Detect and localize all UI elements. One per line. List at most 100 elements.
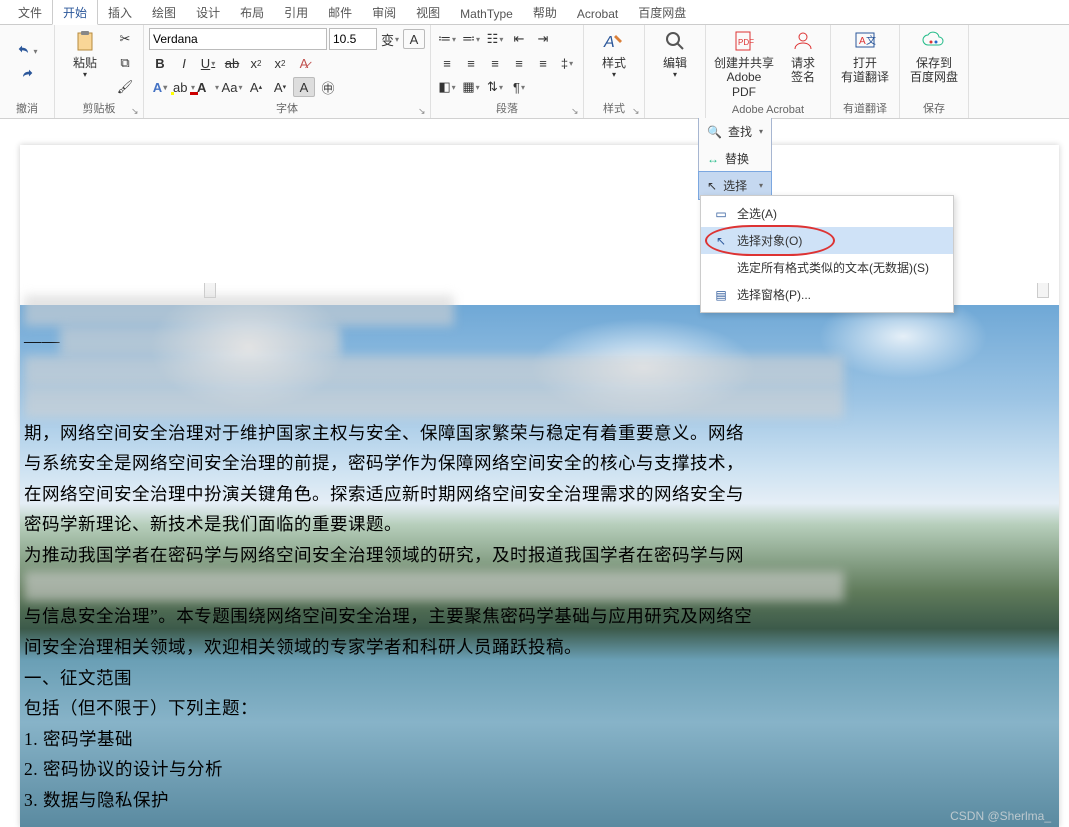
font-name-input[interactable]: [149, 28, 327, 50]
cursor-icon: ↖: [713, 233, 729, 249]
select-submenu: ▭全选(A) ↖选择对象(O) 选定所有格式类似的文本(无数据)(S) ▤选择窗…: [700, 195, 954, 313]
tab-layout[interactable]: 布局: [230, 0, 274, 24]
tab-acrobat[interactable]: Acrobat: [567, 3, 628, 24]
subscript-button[interactable]: x2: [245, 52, 267, 74]
tab-home[interactable]: 开始: [52, 0, 98, 25]
styles-launcher-icon[interactable]: ↘: [632, 106, 642, 116]
bold-button[interactable]: B: [149, 52, 171, 74]
editing-button[interactable]: 编辑▾: [648, 27, 702, 82]
replace-icon: ↔: [707, 152, 719, 166]
line-spacing-button[interactable]: ‡: [556, 52, 578, 74]
phonetic-guide-button[interactable]: 变: [379, 28, 401, 50]
search-icon: 🔍: [707, 125, 722, 139]
find-item[interactable]: 🔍查找▾: [699, 118, 771, 145]
tab-draw[interactable]: 绘图: [142, 0, 186, 24]
highlight-button[interactable]: ab: [173, 76, 195, 98]
group-label-clipboard: 剪贴板: [58, 99, 140, 117]
tab-file[interactable]: 文件: [8, 0, 52, 24]
format-painter-button[interactable]: 🖌: [114, 76, 136, 98]
paste-button[interactable]: 粘贴▾: [58, 27, 112, 82]
redo-button[interactable]: [16, 64, 38, 86]
cut-button[interactable]: ✂: [114, 28, 136, 50]
editing-dropdown: 🔍查找▾ ↔替换 ↖选择▾: [698, 118, 772, 200]
svg-text:A: A: [859, 36, 866, 47]
svg-text:PDF: PDF: [738, 38, 754, 47]
show-marks-button[interactable]: ¶: [508, 76, 530, 98]
shrink-font-button[interactable]: A▾: [269, 76, 291, 98]
underline-button[interactable]: U: [197, 52, 219, 74]
group-clipboard: 粘贴▾ ✂ ⧉ 🖌 剪贴板 ↘: [55, 25, 144, 118]
font-launcher-icon[interactable]: ↘: [418, 106, 428, 116]
select-all-item[interactable]: ▭全选(A): [701, 200, 953, 227]
cursor-icon: ↖: [707, 179, 717, 193]
tab-mathtype[interactable]: MathType: [450, 3, 523, 24]
group-label-youdao: 有道翻译: [834, 99, 896, 117]
text-effects-button[interactable]: A: [149, 76, 171, 98]
undo-button[interactable]: [16, 40, 38, 62]
svg-text:A: A: [603, 34, 615, 51]
group-baidu: 保存到 百度网盘 保存: [900, 25, 969, 118]
align-center-button[interactable]: ≡: [460, 52, 482, 74]
tab-view[interactable]: 视图: [406, 0, 450, 24]
change-case-button[interactable]: Aa: [221, 76, 243, 98]
replace-item[interactable]: ↔替换: [699, 145, 771, 172]
tab-design[interactable]: 设计: [186, 0, 230, 24]
grow-font-button[interactable]: A▴: [245, 76, 267, 98]
group-editing: 编辑▾: [645, 25, 706, 118]
group-paragraph: ≔ ≕ ☷ ⇤ ⇥ ≡ ≡ ≡ ≡ ≡ ‡ ◧ ▦ ⇅ ¶ 段落 ↘: [431, 25, 584, 118]
tab-insert[interactable]: 插入: [98, 0, 142, 24]
pane-icon: ▤: [713, 287, 729, 303]
align-right-button[interactable]: ≡: [484, 52, 506, 74]
enclose-char-button[interactable]: ㊥: [317, 76, 339, 98]
strikethrough-button[interactable]: ab: [221, 52, 243, 74]
baidu-save-button[interactable]: 保存到 百度网盘: [903, 27, 965, 87]
numbering-button[interactable]: ≕: [460, 28, 482, 50]
group-label-paragraph: 段落: [434, 99, 580, 117]
select-all-icon: ▭: [713, 206, 729, 222]
bullets-button[interactable]: ≔: [436, 28, 458, 50]
borders-button[interactable]: ▦: [460, 76, 482, 98]
decrease-indent-button[interactable]: ⇤: [508, 28, 530, 50]
select-objects-item[interactable]: ↖选择对象(O): [701, 227, 953, 254]
group-font: 变 A B I U ab x2 x2 A̷ A ab A Aa A▴ A▾ A …: [144, 25, 431, 118]
sort-button[interactable]: ⇅: [484, 76, 506, 98]
paragraph-launcher-icon[interactable]: ↘: [571, 106, 581, 116]
align-justify-button[interactable]: ≡: [508, 52, 530, 74]
character-shading-button[interactable]: A: [293, 77, 315, 97]
shading-button[interactable]: ◧: [436, 76, 458, 98]
watermark: CSDN @Sherlma_: [950, 809, 1051, 823]
create-pdf-button[interactable]: PDF 创建并共享 Adobe PDF: [709, 27, 779, 101]
tab-review[interactable]: 审阅: [362, 0, 406, 24]
align-left-button[interactable]: ≡: [436, 52, 458, 74]
italic-button[interactable]: I: [173, 52, 195, 74]
youdao-button[interactable]: A文 打开 有道翻译: [834, 27, 896, 87]
ribbon: 撤消 粘贴▾ ✂ ⧉ 🖌 剪贴板 ↘ 变 A B: [0, 25, 1069, 119]
tab-references[interactable]: 引用: [274, 0, 318, 24]
group-label-undo: 撤消: [3, 99, 51, 117]
ribbon-tabs: 文件 开始 插入 绘图 设计 布局 引用 邮件 审阅 视图 MathType 帮…: [0, 0, 1069, 25]
group-label-font: 字体: [147, 99, 427, 117]
group-undo: 撤消: [0, 25, 55, 118]
group-label-acrobat: Adobe Acrobat: [709, 103, 827, 117]
tab-mailings[interactable]: 邮件: [318, 0, 362, 24]
group-styles: A 样式▾ 样式 ↘: [584, 25, 645, 118]
tab-help[interactable]: 帮助: [523, 0, 567, 24]
tab-baidu[interactable]: 百度网盘: [628, 0, 696, 24]
clipboard-launcher-icon[interactable]: ↘: [131, 106, 141, 116]
increase-indent-button[interactable]: ⇥: [532, 28, 554, 50]
font-size-input[interactable]: [329, 28, 377, 50]
align-distribute-button[interactable]: ≡: [532, 52, 554, 74]
copy-button[interactable]: ⧉: [114, 52, 136, 74]
request-sign-button[interactable]: 请求 签名: [779, 27, 827, 87]
superscript-button[interactable]: x2: [269, 52, 291, 74]
clear-format-button[interactable]: A̷: [293, 52, 315, 74]
font-color-button[interactable]: A: [197, 76, 219, 98]
group-label-baidu: 保存: [903, 99, 965, 117]
document-text[interactable]: —— 期，网络空间安全治理对于维护国家主权与安全、保障国家繁荣与稳定有着重要意义…: [20, 295, 1059, 816]
svg-text:文: 文: [866, 34, 876, 47]
styles-button[interactable]: A 样式▾: [587, 27, 641, 82]
character-border-button[interactable]: A: [403, 29, 425, 49]
multilevel-button[interactable]: ☷: [484, 28, 506, 50]
selection-pane-item[interactable]: ▤选择窗格(P)...: [701, 281, 953, 308]
select-similar-item[interactable]: 选定所有格式类似的文本(无数据)(S): [701, 254, 953, 281]
